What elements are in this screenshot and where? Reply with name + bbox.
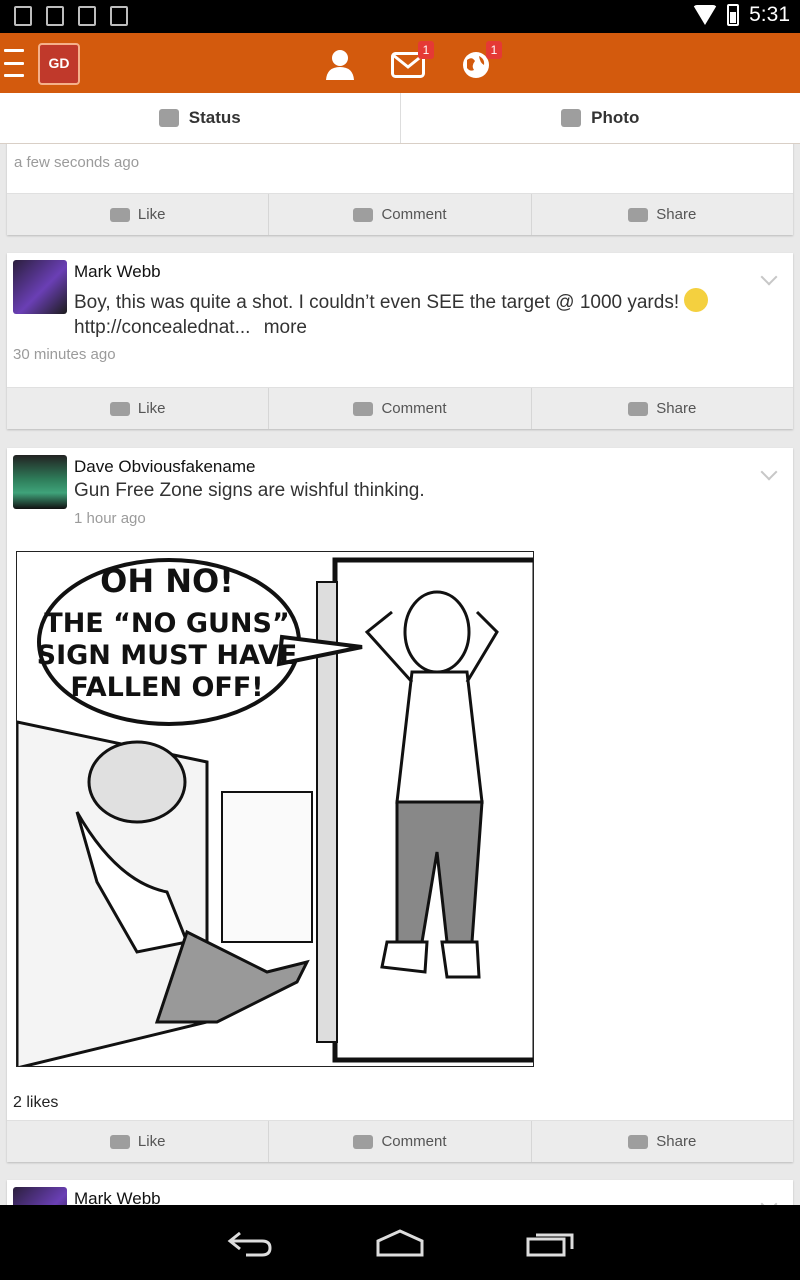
comment-icon xyxy=(353,1134,374,1149)
post-link[interactable]: http://concealednat... xyxy=(74,317,250,338)
chevron-down-icon[interactable] xyxy=(760,463,778,481)
like-button[interactable]: Like xyxy=(7,194,270,235)
compose-tabs: Status Photo xyxy=(0,93,800,144)
post-time: 1 hour ago xyxy=(74,510,146,527)
share-button[interactable]: Share xyxy=(532,388,793,429)
status-time: 5:31 xyxy=(749,3,790,26)
share-button[interactable]: Share xyxy=(532,194,793,235)
comment-button[interactable]: Comment xyxy=(269,1121,532,1162)
app-header: GD 1 1 xyxy=(0,33,800,93)
tab-photo[interactable]: Photo xyxy=(401,93,800,143)
like-button[interactable]: Like xyxy=(7,388,270,429)
notifications-badge: 1 xyxy=(486,41,502,59)
post-card: Mark Webb xyxy=(7,1180,793,1205)
image-icon xyxy=(14,6,32,26)
camera-icon xyxy=(561,109,582,127)
profile-icon[interactable] xyxy=(320,45,360,85)
post-card: Mark Webb Boy, this was quite a shot. I … xyxy=(7,253,793,429)
chevron-down-icon[interactable] xyxy=(760,268,778,286)
comment-button[interactable]: Comment xyxy=(269,388,532,429)
post-text: Boy, this was quite a shot. I couldn’t e… xyxy=(74,288,764,340)
post-time: a few seconds ago xyxy=(14,154,140,171)
feed: a few seconds ago Like Comment Share Mar… xyxy=(0,144,800,1205)
thumbs-up-icon xyxy=(109,1134,130,1149)
share-icon xyxy=(628,207,649,222)
system-nav-bar xyxy=(0,1205,800,1280)
mail-icon xyxy=(46,6,64,26)
post-time: 30 minutes ago xyxy=(13,346,116,363)
messages-badge: 1 xyxy=(418,41,434,59)
download-icon xyxy=(78,6,96,26)
nerd-emoji-icon xyxy=(684,288,709,312)
thumbs-up-icon xyxy=(109,207,130,222)
comment-button[interactable]: Comment xyxy=(269,194,532,235)
post-card: Dave Obviousfakename Gun Free Zone signs… xyxy=(7,448,793,1162)
post-text: Gun Free Zone signs are wishful thinking… xyxy=(74,480,425,501)
barcode-icon xyxy=(110,6,128,26)
status-bar: 5:31 xyxy=(0,0,800,33)
wifi-icon xyxy=(693,5,718,25)
comic-text-line1: OH NO! xyxy=(100,562,234,600)
post-card: a few seconds ago Like Comment Share xyxy=(7,144,793,235)
share-button[interactable]: Share xyxy=(532,1121,793,1162)
tab-status[interactable]: Status xyxy=(0,93,401,143)
comment-icon xyxy=(353,401,374,416)
post-author[interactable]: Mark Webb xyxy=(74,262,161,282)
thumbs-up-icon xyxy=(109,401,130,416)
home-icon[interactable] xyxy=(374,1228,426,1257)
post-author[interactable]: Dave Obviousfakename xyxy=(74,457,255,477)
like-button[interactable]: Like xyxy=(7,1121,270,1162)
likes-count[interactable]: 2 likes xyxy=(13,1094,58,1112)
avatar[interactable] xyxy=(13,260,67,314)
comic-text-line4: FALLEN OFF! xyxy=(70,672,263,703)
share-icon xyxy=(628,1134,649,1149)
more-link[interactable]: more xyxy=(264,317,307,338)
app-logo[interactable]: GD xyxy=(38,43,80,85)
comment-icon xyxy=(353,207,374,222)
avatar[interactable] xyxy=(13,1187,67,1205)
post-author[interactable]: Mark Webb xyxy=(74,1189,161,1205)
messages-icon[interactable]: 1 xyxy=(388,41,434,85)
menu-icon[interactable] xyxy=(4,49,24,77)
edit-icon xyxy=(158,109,179,127)
battery-icon xyxy=(727,4,740,26)
back-icon[interactable] xyxy=(226,1229,274,1257)
share-icon xyxy=(628,401,649,416)
notification-icons xyxy=(14,6,128,26)
post-image[interactable]: OH NO! THE “NO GUNS” SIGN MUST HAVE FALL… xyxy=(16,551,534,1067)
chevron-down-icon[interactable] xyxy=(760,1195,778,1205)
recent-apps-icon[interactable] xyxy=(526,1229,574,1257)
notifications-globe-icon[interactable]: 1 xyxy=(456,41,502,85)
comic-text-line3: SIGN MUST HAVE xyxy=(37,640,298,671)
avatar[interactable] xyxy=(13,455,67,509)
comic-text-line2: THE “NO GUNS” xyxy=(44,608,289,639)
